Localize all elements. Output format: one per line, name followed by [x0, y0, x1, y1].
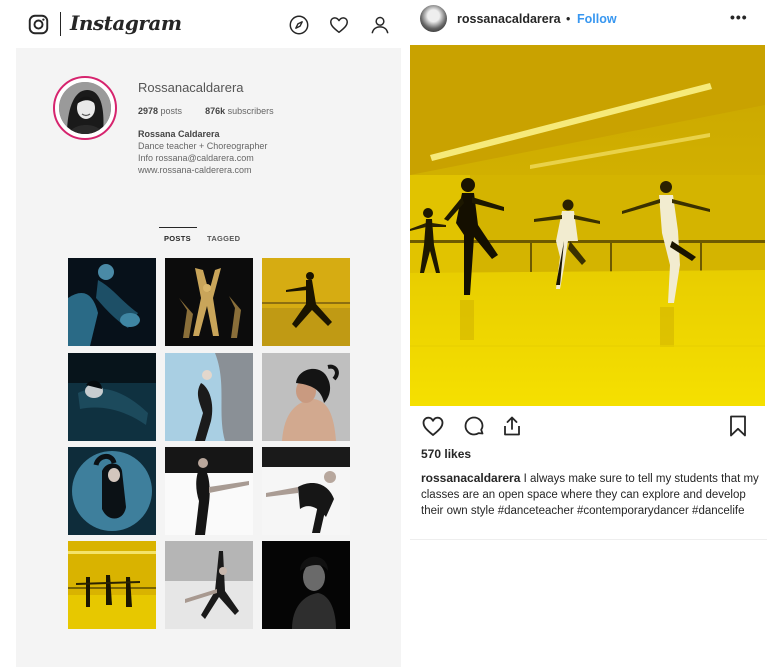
tab-posts[interactable]: POSTS: [164, 234, 191, 243]
grid-post-thumbnail[interactable]: [68, 258, 156, 346]
grid-post-thumbnail[interactable]: [68, 541, 156, 629]
post-author-username[interactable]: rossanacaldarera: [457, 12, 561, 26]
grid-post-thumbnail[interactable]: [68, 353, 156, 441]
heart-icon[interactable]: [328, 14, 350, 36]
more-options-icon[interactable]: •••: [730, 9, 748, 25]
instagram-logo-icon[interactable]: [28, 14, 49, 35]
active-tab-indicator: [159, 227, 197, 228]
avatar-photo: [59, 82, 111, 134]
grid-post-thumbnail[interactable]: [262, 353, 350, 441]
posts-count: 2978: [138, 106, 159, 116]
grid-post-thumbnail[interactable]: [262, 258, 350, 346]
bio-line: Dance teacher + Choreographer: [138, 141, 268, 151]
profile-stats: 2978 posts 876k subscribers: [138, 106, 274, 116]
grid-post-thumbnail[interactable]: [262, 447, 350, 535]
avatar: [59, 82, 111, 134]
profile-bio: Rossana Caldarera Dance teacher + Choreo…: [138, 128, 267, 176]
post-photo[interactable]: [410, 45, 765, 406]
subscribers-label[interactable]: subscribers: [228, 106, 274, 116]
profile-full-name: Rossana Caldarera: [138, 129, 220, 139]
profile-username: Rossanacaldarera: [138, 80, 244, 95]
posts-label: posts: [160, 106, 183, 116]
post-card: rossanacaldarera • Follow ••• 570 likes …: [410, 0, 767, 540]
grid-post-thumbnail[interactable]: [68, 447, 156, 535]
dance-studio-photo: [410, 45, 765, 406]
grid-post-thumbnail[interactable]: [165, 258, 253, 346]
share-icon[interactable]: [500, 414, 524, 438]
follow-button[interactable]: Follow: [577, 12, 617, 26]
grid-post-thumbnail[interactable]: [262, 541, 350, 629]
caption-username[interactable]: rossanacaldarera: [421, 471, 520, 485]
instagram-wordmark[interactable]: Instagram: [70, 11, 182, 35]
bio-line: Info rossana@caldarera.com: [138, 153, 254, 163]
comment-icon[interactable]: [462, 414, 486, 438]
grid-post-thumbnail[interactable]: [165, 447, 253, 535]
post-header: rossanacaldarera • Follow •••: [410, 0, 767, 40]
top-navigation-bar: Instagram: [16, 0, 401, 48]
grid-post-thumbnail[interactable]: [165, 353, 253, 441]
compass-icon[interactable]: [288, 14, 310, 36]
profile-tabs: POSTS TAGGED: [16, 227, 401, 247]
profile-avatar-ring[interactable]: [53, 76, 117, 140]
profile-website-link[interactable]: www.rossana-calderera.com: [138, 164, 267, 176]
logo-divider: [60, 12, 61, 36]
header-separator: •: [566, 12, 571, 26]
like-heart-icon[interactable]: [421, 414, 445, 438]
bookmark-icon[interactable]: [726, 414, 750, 438]
user-icon[interactable]: [369, 14, 391, 36]
subscribers-count[interactable]: 876k: [205, 106, 225, 116]
grid-post-thumbnail[interactable]: [165, 541, 253, 629]
post-author-avatar[interactable]: [420, 5, 447, 32]
likes-count[interactable]: 570 likes: [421, 447, 471, 461]
profile-page: Instagram Rossanacaldarera 2978 posts 87…: [16, 0, 401, 667]
post-caption: rossanacaldarera I always make sure to t…: [421, 470, 759, 519]
tab-tagged[interactable]: TAGGED: [207, 234, 240, 243]
